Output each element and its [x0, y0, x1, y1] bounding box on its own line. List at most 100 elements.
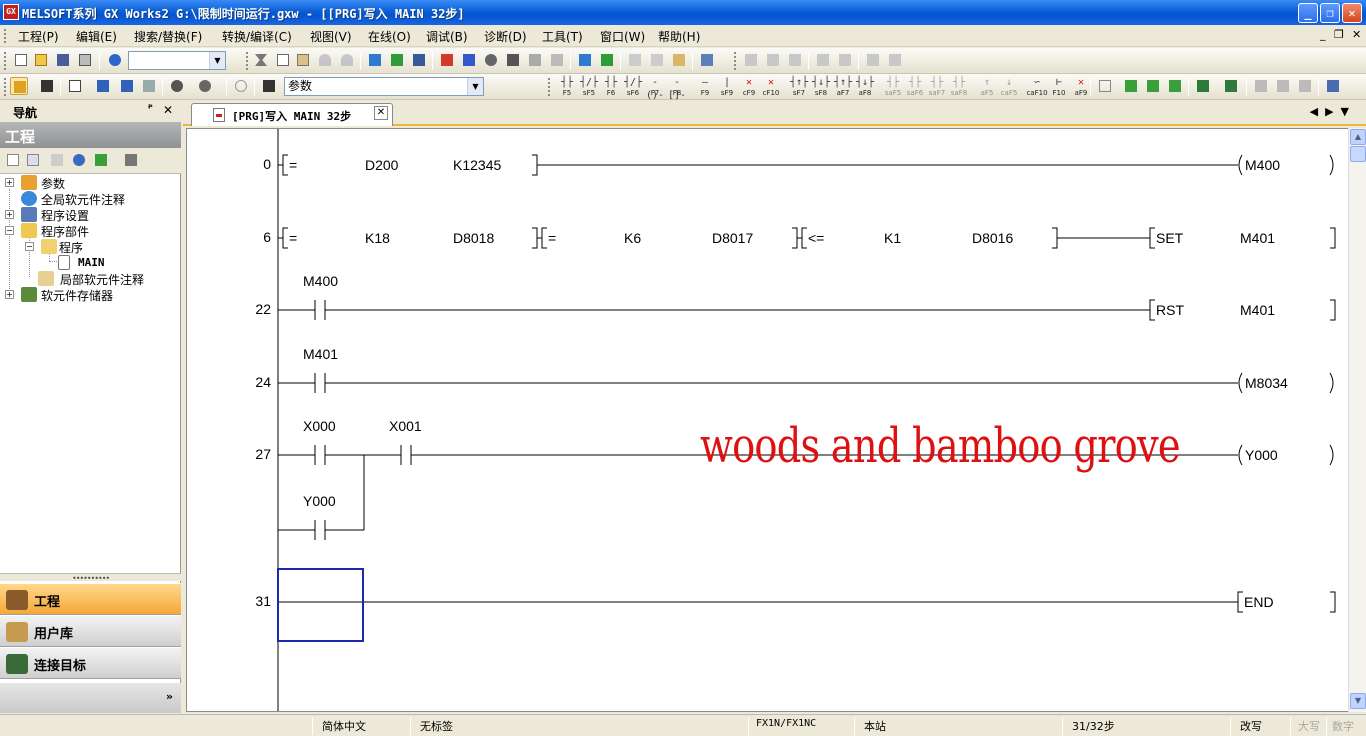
device-list-icon-button[interactable] — [94, 77, 112, 95]
list-window-button[interactable] — [66, 77, 84, 95]
copy-button[interactable] — [274, 51, 292, 69]
breakpoint-button[interactable] — [626, 51, 644, 69]
stl-button[interactable] — [1096, 77, 1114, 95]
scroll-down-icon[interactable]: ▼ — [1350, 693, 1366, 709]
zoom-out-button[interactable] — [1296, 77, 1314, 95]
note-edit-button[interactable] — [864, 51, 882, 69]
ladder-key-sf8[interactable]: ┤↓├ sF8 — [810, 76, 832, 98]
copy-data-button[interactable] — [24, 151, 42, 169]
new-data-button[interactable] — [4, 151, 22, 169]
pin-icon[interactable]: ᴾ — [148, 104, 153, 115]
expand-toggle[interactable]: + — [5, 210, 14, 219]
zoom-button[interactable] — [1252, 77, 1270, 95]
more-chevron-icon[interactable]: » — [166, 690, 173, 703]
mdi-close-button[interactable]: ✕ — [1352, 28, 1361, 41]
mdi-restore-button[interactable]: ❐ — [1334, 28, 1344, 41]
partial-window-button[interactable] — [38, 77, 56, 95]
expand-toggle[interactable]: + — [5, 290, 14, 299]
ladder-key-f6[interactable]: ┤├ F6 — [600, 76, 622, 98]
paste-data-button[interactable] — [48, 151, 66, 169]
insert-row-button[interactable] — [742, 51, 760, 69]
tab-scroll-arrows[interactable]: ◀▶▼ — [1310, 105, 1356, 118]
open-folder-button[interactable] — [32, 51, 50, 69]
parameter-combo[interactable]: 参数 ▼ — [284, 77, 484, 96]
menu-tools[interactable]: 工具(T) — [542, 28, 583, 45]
ladder-key-cf10[interactable]: ✕ cF10 — [760, 76, 782, 98]
ladder-key-f10[interactable]: ⊢ F10 — [1048, 76, 1070, 98]
statement-edit-button[interactable] — [836, 51, 854, 69]
ladder-key-caf10[interactable]: ∽ caF10 — [1026, 76, 1048, 98]
ladder-key-saf6[interactable]: ┤├ saF6 — [904, 76, 926, 98]
device-green-button[interactable] — [388, 51, 406, 69]
menu-edit[interactable]: 编辑(E) — [76, 28, 117, 45]
mdi-minimize-button[interactable]: _ — [1320, 28, 1326, 41]
ladder-key-f8[interactable]: -[]- F8 — [666, 76, 688, 101]
collapse-toggle[interactable]: − — [25, 242, 34, 251]
ladder-key-f9[interactable]: — F9 — [694, 76, 716, 98]
device-register-button[interactable] — [598, 51, 616, 69]
zoom-in-button[interactable] — [1274, 77, 1292, 95]
device-list-button[interactable] — [410, 51, 428, 69]
menu-help[interactable]: 帮助(H) — [658, 28, 700, 45]
device-tool2-button[interactable] — [140, 77, 158, 95]
nav-toggle-button[interactable] — [10, 77, 28, 95]
menu-view[interactable]: 视图(V) — [310, 28, 352, 45]
monitor-display-button[interactable] — [698, 51, 716, 69]
monitor-stop-button[interactable] — [526, 51, 544, 69]
nav-close-icon[interactable]: ✕ — [163, 103, 173, 117]
ladder-key-sf5[interactable]: ┤/├ sF5 — [578, 76, 600, 98]
find-device-button[interactable] — [196, 77, 214, 95]
ladder-key-f5[interactable]: ┤├ F5 — [556, 76, 578, 98]
ladder-key-af5[interactable]: ↑ aF5 — [976, 76, 998, 98]
menu-online[interactable]: 在线(O) — [368, 28, 411, 45]
monitor-button[interactable] — [504, 51, 522, 69]
help-question-button[interactable] — [232, 77, 250, 95]
refresh-button[interactable] — [92, 151, 110, 169]
nav-project-button[interactable]: 工程 — [0, 583, 181, 615]
sfc-button[interactable] — [1194, 77, 1212, 95]
paste-button[interactable] — [294, 51, 312, 69]
trace-button[interactable] — [670, 51, 688, 69]
ladder-key-saf7[interactable]: ┤├ saF7 — [926, 76, 948, 98]
toolbar1-combo[interactable]: ▼ — [128, 51, 226, 70]
watch-button[interactable] — [168, 77, 186, 95]
tab-close-icon[interactable]: ✕ — [374, 106, 388, 120]
convert-all-button[interactable] — [1144, 77, 1162, 95]
ladder-key-saf8[interactable]: ┤├ saF8 — [948, 76, 970, 98]
ladder-key-cf9[interactable]: ✕ cF9 — [738, 76, 760, 98]
expand-toggle[interactable]: + — [5, 178, 14, 187]
menu-convert[interactable]: 转换/编译(C) — [222, 28, 292, 45]
properties-button[interactable] — [70, 151, 88, 169]
ladder-key-af8[interactable]: ┤↓├ aF8 — [854, 76, 876, 98]
scroll-thumb[interactable] — [1350, 146, 1366, 162]
options-button[interactable] — [1324, 77, 1342, 95]
menu-project[interactable]: 工程(P) — [18, 28, 59, 45]
menu-debug[interactable]: 调试(B) — [426, 28, 468, 45]
verify-button[interactable] — [482, 51, 500, 69]
tab-prg-main[interactable]: [PRG]写入 MAIN 32步 ✕ — [191, 103, 393, 126]
redo-button[interactable] — [338, 51, 356, 69]
menu-diagnostics[interactable]: 诊断(D) — [484, 28, 527, 45]
ladder-key-f7[interactable]: -()- F7 — [644, 76, 666, 101]
monitor-write-button[interactable] — [548, 51, 566, 69]
new-file-button[interactable] — [12, 51, 30, 69]
save-button[interactable] — [54, 51, 72, 69]
comment-edit-button[interactable] — [814, 51, 832, 69]
ladder-key-af7[interactable]: ┤↑├ aF7 — [832, 76, 854, 98]
sfc-edit-button[interactable] — [1222, 77, 1240, 95]
menu-window[interactable]: 窗口(W) — [600, 28, 645, 45]
ladder-key-sf9[interactable]: | sF9 — [716, 76, 738, 98]
menu-find-replace[interactable]: 搜索/替换(F) — [134, 28, 202, 45]
ladder-key-sf6[interactable]: ┤/├ sF6 — [622, 76, 644, 98]
read-plc-button[interactable] — [460, 51, 478, 69]
help-button[interactable] — [106, 51, 124, 69]
font-button[interactable] — [886, 51, 904, 69]
tree-options-button[interactable] — [122, 151, 140, 169]
minimize-button[interactable]: _ — [1298, 3, 1318, 23]
nav-connection-button[interactable]: 连接目标 — [0, 647, 181, 679]
close-button[interactable]: ✕ — [1342, 3, 1362, 23]
ladder-key-caf5[interactable]: ↓ caF5 — [998, 76, 1020, 98]
undo-button[interactable] — [316, 51, 334, 69]
ladder-key-af9[interactable]: ✕ aF9 — [1070, 76, 1092, 98]
device-tool-button[interactable] — [118, 77, 136, 95]
